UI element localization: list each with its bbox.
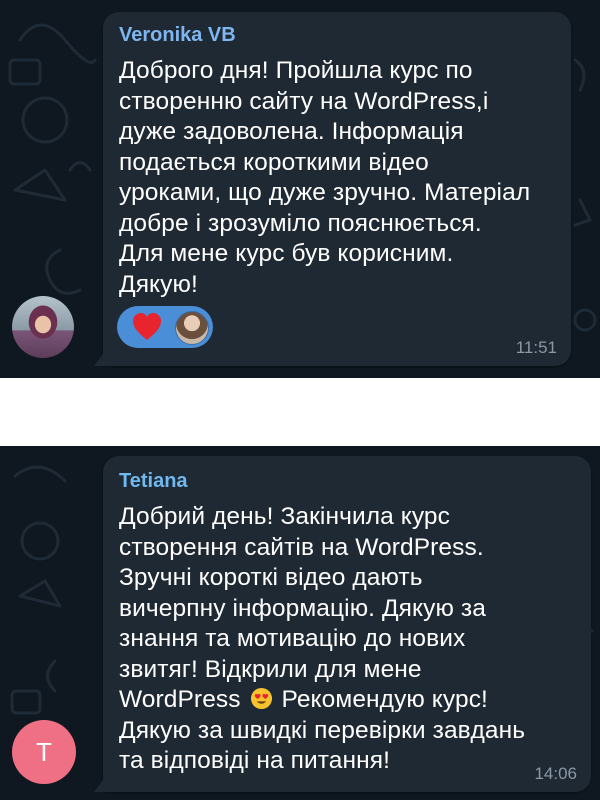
message-line: знання та мотивацію до нових [119, 625, 466, 652]
message-fragment: WordPress [119, 686, 241, 713]
message-line: уроками, що дуже зручно. Матеріал [119, 179, 531, 206]
message-line: та відповіді на питання! [119, 747, 391, 774]
chat-panel-top: Veronika VB Доброго дня! Пройшла курс по… [0, 0, 600, 378]
avatar-initial: T [36, 736, 52, 767]
reaction-pill[interactable] [117, 306, 213, 348]
message-line: вичерпну інформацію. Дякую за [119, 594, 486, 622]
reactor-avatar[interactable] [175, 311, 209, 345]
message-line: створення сайтів на WordPress. [119, 533, 484, 561]
message-text: Добрий день! Закінчила курс створення са… [119, 502, 589, 777]
avatar[interactable] [12, 296, 74, 358]
sender-name[interactable]: Tetiana [119, 470, 188, 493]
message-bubble[interactable]: Veronika VB Доброго дня! Пройшла курс по… [103, 12, 571, 366]
message-timestamp: 11:51 [515, 338, 557, 357]
message-line: Зручні короткі відео дають [119, 564, 423, 591]
heart-icon [133, 313, 161, 340]
message-line: Добрий день! Закінчила курс [119, 503, 450, 530]
message-bubble[interactable]: Tetiana Добрий день! Закінчила курс ство… [103, 456, 591, 792]
message-line: Доброго дня! Пройшла курс по [119, 57, 473, 84]
message-line: звитяг! Відкрили для мене [119, 655, 422, 683]
message-text: Доброго дня! Пройшла курс по створенню с… [119, 56, 569, 300]
heart-eyes-emoji-icon [250, 687, 272, 710]
avatar[interactable]: T [12, 720, 76, 784]
message-line: WordPress Рекомендую курс! [119, 685, 589, 716]
message-line: подається короткими відео [119, 148, 429, 176]
chat-panel-bottom: Tetiana Добрий день! Закінчила курс ство… [0, 446, 600, 800]
message-line: створенню сайту на WordPress,і [119, 87, 489, 115]
message-line: дуже задоволена. Інформація [119, 118, 464, 145]
message-line: добре і зрозуміло пояснюється. [119, 209, 482, 237]
message-fragment: Рекомендую курс! [281, 686, 488, 713]
message-line: Для мене курс був корисним. [119, 240, 454, 267]
bubble-tail [94, 776, 106, 792]
bubble-tail [94, 350, 106, 366]
message-line: Дякую! [119, 270, 198, 298]
message-timestamp: 14:06 [534, 764, 577, 783]
message-line: Дякую за швидкі перевірки завдань [119, 716, 526, 744]
sender-name[interactable]: Veronika VB [119, 24, 236, 47]
